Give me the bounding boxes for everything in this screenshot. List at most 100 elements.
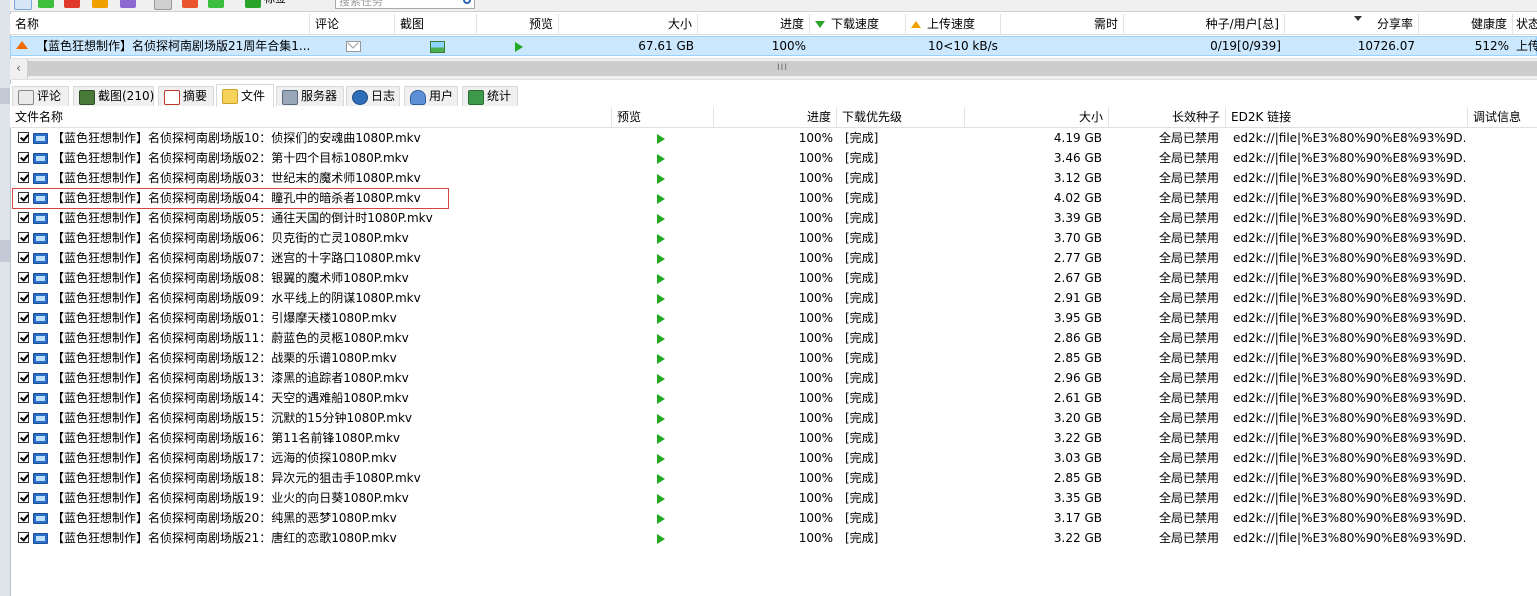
file-ed2k-link[interactable]: ed2k://|file|%E3%80%90%E8%93%9D... [1229, 208, 1465, 228]
search-input[interactable]: 搜索任务 [335, 0, 475, 9]
play-icon[interactable] [657, 273, 665, 284]
file-priority[interactable]: [完成] [841, 468, 965, 488]
file-checkbox[interactable] [18, 232, 29, 243]
file-preview-cell[interactable] [612, 368, 714, 388]
file-ed2k-link[interactable]: ed2k://|file|%E3%80%90%E8%93%9D... [1229, 388, 1465, 408]
file-priority[interactable]: [完成] [841, 528, 965, 548]
file-checkbox[interactable] [18, 492, 29, 503]
file-ed2k-link[interactable]: ed2k://|file|%E3%80%90%E8%93%9D... [1229, 408, 1465, 428]
play-icon[interactable] [657, 193, 665, 204]
column-longterm-seeds[interactable]: 长效种子 [1109, 107, 1226, 127]
screenshot-image-icon[interactable] [429, 40, 445, 53]
file-preview-cell[interactable] [612, 268, 714, 288]
file-checkbox[interactable] [18, 412, 29, 423]
play-icon[interactable] [657, 133, 665, 144]
file-row[interactable]: 【蓝色狂想制作】名侦探柯南剧场版15：沉默的15分钟1080P.mkv 100% [… [10, 408, 1537, 428]
file-checkbox[interactable] [18, 352, 29, 363]
file-checkbox[interactable] [18, 372, 29, 383]
column-debug[interactable]: 调试信息 [1468, 107, 1537, 127]
file-ed2k-link[interactable]: ed2k://|file|%E3%80%90%E8%93%9D... [1229, 268, 1465, 288]
play-icon[interactable] [657, 393, 665, 404]
file-checkbox[interactable] [18, 512, 29, 523]
file-checkbox[interactable] [18, 432, 29, 443]
file-priority[interactable]: [完成] [841, 248, 965, 268]
remove-icon[interactable] [182, 0, 198, 8]
column-download-speed[interactable]: 下载速度 [810, 14, 906, 34]
file-preview-cell[interactable] [612, 488, 714, 508]
file-priority[interactable]: [完成] [841, 428, 965, 448]
play-icon[interactable] [657, 173, 665, 184]
file-priority[interactable]: [完成] [841, 148, 965, 168]
tab-servers[interactable]: 服务器 [276, 86, 344, 106]
file-row[interactable]: 【蓝色狂想制作】名侦探柯南剧场版12：战栗的乐谱1080P.mkv 100% [完成… [10, 348, 1537, 368]
tab-log[interactable]: 日志 [346, 86, 400, 106]
label-button[interactable]: 标签 [264, 0, 286, 5]
file-checkbox[interactable] [18, 252, 29, 263]
play-icon[interactable] [657, 253, 665, 264]
task-preview-cell[interactable] [478, 37, 560, 55]
column-file-preview[interactable]: 预览 [612, 107, 714, 127]
search-icon[interactable] [463, 0, 471, 4]
play-icon[interactable] [515, 41, 523, 52]
file-checkbox[interactable] [18, 332, 29, 343]
file-row[interactable]: 【蓝色狂想制作】名侦探柯南剧场版06：贝克街的亡灵1080P.mkv 100% [完… [10, 228, 1537, 248]
column-screenshot[interactable]: 截图 [395, 14, 477, 34]
file-priority[interactable]: [完成] [841, 268, 965, 288]
tab-screenshots[interactable]: 截图(210) [73, 86, 154, 106]
file-priority[interactable]: [完成] [841, 488, 965, 508]
file-row[interactable]: 【蓝色狂想制作】名侦探柯南剧场版19：业火的向日葵1080P.mkv 100% [完… [10, 488, 1537, 508]
file-preview-cell[interactable] [612, 288, 714, 308]
task-screenshot-cell[interactable] [396, 37, 478, 55]
task-comment-cell[interactable] [311, 37, 396, 55]
play-icon[interactable] [657, 373, 665, 384]
file-row[interactable]: 【蓝色狂想制作】名侦探柯南剧场版20：纯黑的恶梦1080P.mkv 100% [完成… [10, 508, 1537, 528]
column-file-progress[interactable]: 进度 [714, 107, 837, 127]
file-preview-cell[interactable] [612, 228, 714, 248]
file-row[interactable]: 【蓝色狂想制作】名侦探柯南剧场版08：银翼的魔术师1080P.mkv 100% [完… [10, 268, 1537, 288]
play-icon[interactable] [657, 213, 665, 224]
file-ed2k-link[interactable]: ed2k://|file|%E3%80%90%E8%93%9D... [1229, 428, 1465, 448]
file-priority[interactable]: [完成] [841, 228, 965, 248]
file-checkbox[interactable] [18, 312, 29, 323]
file-row[interactable]: 【蓝色狂想制作】名侦探柯南剧场版21：唐红的恋歌1080P.mkv 100% [完成… [10, 528, 1537, 548]
tab-comment[interactable]: 评论 [12, 86, 69, 106]
file-priority[interactable]: [完成] [841, 188, 965, 208]
file-ed2k-link[interactable]: ed2k://|file|%E3%80%90%E8%93%9D... [1229, 488, 1465, 508]
file-preview-cell[interactable] [612, 168, 714, 188]
play-icon[interactable] [657, 533, 665, 544]
play-icon[interactable] [657, 413, 665, 424]
scrollbar-thumb[interactable]: III [28, 61, 1537, 76]
file-priority[interactable]: [完成] [841, 448, 965, 468]
column-eta[interactable]: 需时 [1001, 14, 1124, 34]
file-row[interactable]: 【蓝色狂想制作】名侦探柯南剧场版04：瞳孔中的暗杀者1080P.mkv 100% [… [10, 188, 1537, 208]
file-preview-cell[interactable] [612, 388, 714, 408]
play-icon[interactable] [657, 453, 665, 464]
column-health[interactable]: 健康度 [1419, 14, 1513, 34]
file-preview-cell[interactable] [612, 468, 714, 488]
file-row[interactable]: 【蓝色狂想制作】名侦探柯南剧场版14：天空的遇难船1080P.mkv 100% [完… [10, 388, 1537, 408]
file-priority[interactable]: [完成] [841, 208, 965, 228]
file-row[interactable]: 【蓝色狂想制作】名侦探柯南剧场版03：世纪末的魔术师1080P.mkv 100% [… [10, 168, 1537, 188]
file-preview-cell[interactable] [612, 448, 714, 468]
file-row[interactable]: 【蓝色狂想制作】名侦探柯南剧场版01：引爆摩天楼1080P.mkv 100% [完成… [10, 308, 1537, 328]
file-ed2k-link[interactable]: ed2k://|file|%E3%80%90%E8%93%9D... [1229, 188, 1465, 208]
file-preview-cell[interactable] [612, 248, 714, 268]
file-checkbox[interactable] [18, 132, 29, 143]
file-preview-cell[interactable] [612, 408, 714, 428]
file-row[interactable]: 【蓝色狂想制作】名侦探柯南剧场版05：通往天国的倒计时1080P.mkv 100%… [10, 208, 1537, 228]
tab-summary[interactable]: 摘要 [158, 86, 214, 106]
file-row[interactable]: 【蓝色狂想制作】名侦探柯南剧场版13：漆黑的追踪者1080P.mkv 100% [完… [10, 368, 1537, 388]
file-priority[interactable]: [完成] [841, 368, 965, 388]
column-share-ratio[interactable]: 分享率 [1285, 14, 1419, 34]
file-ed2k-link[interactable]: ed2k://|file|%E3%80%90%E8%93%9D... [1229, 288, 1465, 308]
file-checkbox[interactable] [18, 532, 29, 543]
comment-mail-icon[interactable] [346, 41, 361, 52]
column-filename[interactable]: 文件名称 [10, 107, 612, 127]
file-row[interactable]: 【蓝色狂想制作】名侦探柯南剧场版10：侦探们的安魂曲1080P.mkv 100% [… [10, 128, 1537, 148]
play-icon[interactable] [657, 153, 665, 164]
settings-icon[interactable] [120, 0, 136, 8]
column-progress[interactable]: 进度 [698, 14, 810, 34]
file-ed2k-link[interactable]: ed2k://|file|%E3%80%90%E8%93%9D... [1229, 148, 1465, 168]
file-row[interactable]: 【蓝色狂想制作】名侦探柯南剧场版18：异次元的狙击手1080P.mkv 100% [… [10, 468, 1537, 488]
file-ed2k-link[interactable]: ed2k://|file|%E3%80%90%E8%93%9D... [1229, 348, 1465, 368]
